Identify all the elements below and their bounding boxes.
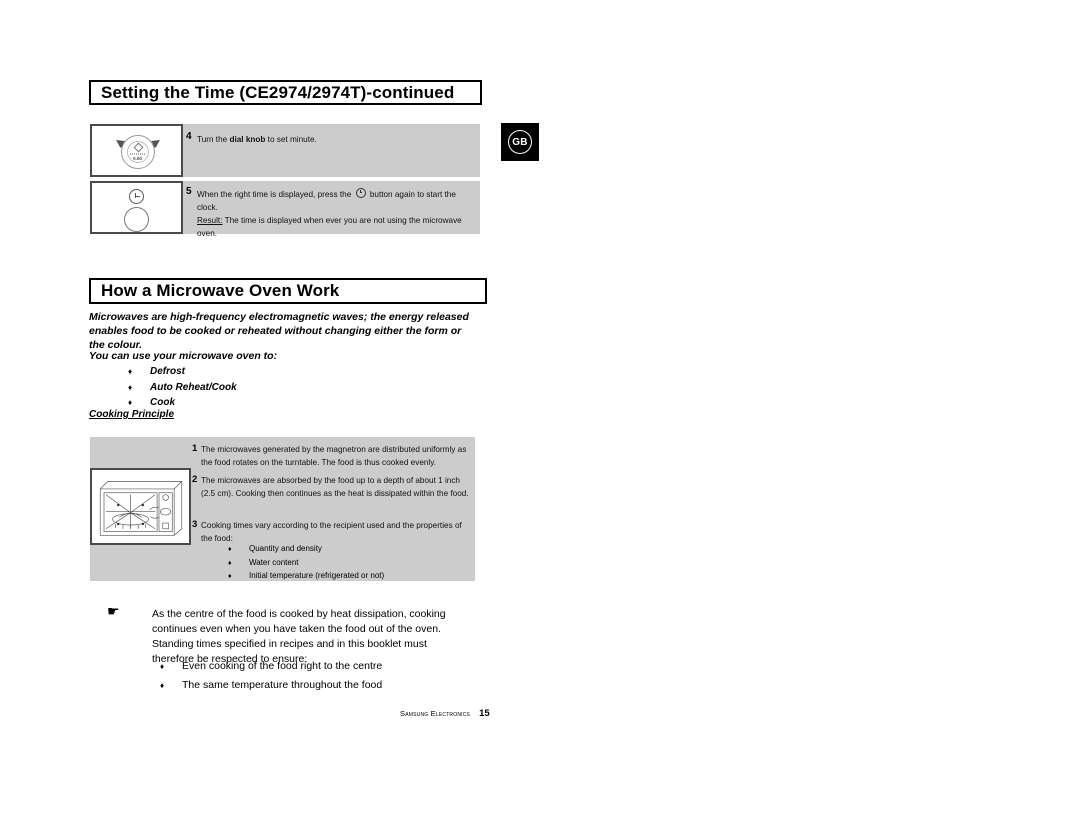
intro-paragraph: Microwaves are high-frequency electromag…: [89, 311, 469, 351]
dial-knob-graphic: 0.00: [109, 129, 165, 173]
diamond-bullet-icon: ♦: [228, 559, 232, 567]
list-item: ♦ Even cooking of the food right to the …: [160, 657, 382, 676]
usage-intro-line: You can use your microwave oven to:: [89, 350, 278, 362]
diamond-bullet-icon: ♦: [228, 546, 232, 553]
list-item: ♦ Water content: [228, 557, 384, 571]
principle-number-3: 3: [192, 519, 198, 530]
clock-icon: [128, 189, 144, 204]
section-heading-how-it-works-label: How a Microwave Oven Work: [101, 281, 340, 300]
result-text: The time is displayed when ever you are …: [197, 216, 462, 238]
manual-page: Setting the Time (CE2974/2974T)-continue…: [0, 0, 1080, 813]
step-number-5: 5: [186, 186, 192, 197]
usage-list: ♦ Defrost ♦ Auto Reheat/Cook ♦ Cook: [128, 364, 237, 411]
footer-brand: Samsung Electronics: [400, 709, 471, 718]
principle-number-1: 1: [192, 443, 198, 454]
clock-button-illustration: [90, 181, 183, 234]
principle-text-2: The microwaves are absorbed by the food …: [201, 476, 469, 498]
diamond-bullet-icon: ♦: [128, 382, 133, 392]
step-4-text-after: to set minute.: [265, 135, 317, 144]
step-5-result-line: Result: The time is displayed when ever …: [197, 214, 472, 240]
microwave-oven-illustration: [90, 468, 191, 545]
step-5-line-1: When the right time is displayed, press …: [197, 188, 472, 214]
note-list: ♦ Even cooking of the food right to the …: [160, 657, 382, 695]
clock-button-graphic: [116, 189, 158, 232]
language-badge-label: GB: [508, 130, 532, 154]
diamond-bullet-icon: ♦: [160, 681, 165, 690]
principle-sub-list: ♦ Quantity and density ♦ Water content ♦…: [228, 543, 384, 584]
page-footer: Samsung Electronics 15: [400, 708, 490, 719]
oven-cutaway-graphic: [99, 481, 183, 536]
diamond-bullet-icon: ♦: [160, 662, 165, 671]
principle-sub-item-label: Initial temperature (refrigerated or not…: [249, 571, 385, 580]
section-heading-setting-time-label: Setting the Time (CE2974/2974T)-continue…: [101, 82, 455, 102]
diamond-bullet-icon: ♦: [128, 367, 133, 376]
list-item: ♦ Quantity and density: [228, 543, 384, 557]
step-text-4: Turn the dial knob to set minute.: [197, 133, 472, 146]
note-item-label: Even cooking of the food right to the ce…: [182, 660, 383, 672]
section-heading-how-it-works: How a Microwave Oven Work: [89, 278, 487, 304]
cooking-principle-heading: Cooking Principle: [89, 409, 175, 420]
list-item: ♦ Initial temperature (refrigerated or n…: [228, 570, 384, 584]
list-item: ♦ Auto Reheat/Cook: [128, 380, 237, 396]
result-label: Result:: [197, 216, 223, 225]
diamond-bullet-icon: ♦: [228, 573, 232, 580]
principle-sub-item-label: Quantity and density: [249, 544, 322, 553]
clock-icon: [355, 188, 366, 198]
dial-knob-illustration: 0.00: [90, 124, 183, 177]
principle-sub-item-label: Water content: [249, 557, 299, 567]
step-4-text-before: Turn the: [197, 135, 230, 144]
principle-text-1: The microwaves generated by the magnetro…: [201, 445, 467, 467]
step-4-bold-term: dial knob: [229, 135, 266, 144]
page-number: 15: [479, 708, 490, 719]
step-number-4: 4: [186, 131, 192, 142]
knob-circle-icon: [123, 207, 149, 232]
pointing-hand-icon: ☛: [107, 603, 120, 619]
language-badge-gb: GB: [501, 123, 539, 161]
dial-display-value: 0.00: [133, 155, 142, 161]
step-5-line-1-part-1: When the right time is displayed, press …: [197, 190, 352, 199]
usage-item-label: Auto Reheat/Cook: [150, 381, 237, 393]
step-text-5: When the right time is displayed, press …: [197, 188, 472, 240]
list-item: ♦ Defrost: [128, 364, 237, 380]
principle-number-2: 2: [192, 474, 198, 485]
note-item-label: The same temperature throughout the food: [182, 679, 383, 691]
list-item: ♦ The same temperature throughout the fo…: [160, 676, 382, 695]
usage-item-label: Defrost: [150, 366, 186, 377]
section-heading-setting-time: Setting the Time (CE2974/2974T)-continue…: [89, 80, 482, 105]
principle-text-3: Cooking times vary according to the reci…: [201, 521, 462, 543]
